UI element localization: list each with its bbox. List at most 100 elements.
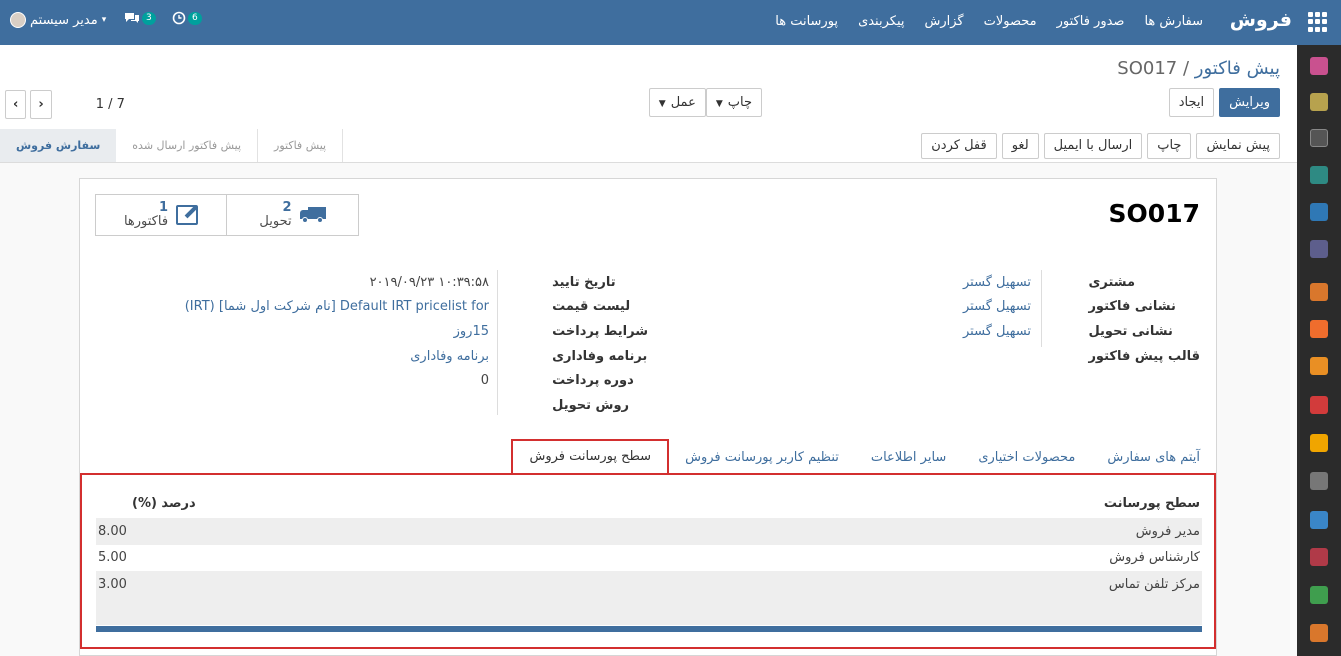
loyalty-program-field[interactable]: برنامه وفاداری bbox=[410, 349, 489, 364]
delivery-label: تحویل bbox=[259, 214, 292, 229]
pos-app-icon[interactable] bbox=[1310, 472, 1328, 490]
crm-app-icon[interactable] bbox=[1310, 203, 1328, 221]
app-name: فروش bbox=[1229, 9, 1292, 31]
delivery-method-label: روش تحویل bbox=[552, 397, 630, 413]
invoice-address-field[interactable]: تسهیل گستر bbox=[963, 299, 1031, 314]
cancel-button[interactable]: لغو bbox=[1001, 133, 1039, 159]
notebook-tabs: آیتم های سفارش محصولات اختیاری سایر اطلا… bbox=[80, 439, 1216, 475]
loyalty-program-label: برنامه وفاداری bbox=[552, 348, 648, 364]
menu-commissions[interactable]: پورسانت ها bbox=[775, 14, 838, 29]
truck-icon bbox=[299, 207, 326, 223]
caret-down-icon: ▼ bbox=[715, 99, 723, 109]
level-cell: مدیر فروش bbox=[1135, 523, 1200, 539]
messages-systray[interactable]: 3 bbox=[124, 11, 156, 25]
payment-period-label: دوره پرداخت bbox=[552, 373, 634, 389]
customer-field[interactable]: تسهیل گستر bbox=[963, 275, 1031, 290]
user-menu[interactable]: ▾ مدیر سیستم bbox=[10, 12, 106, 28]
apps-menu-icon[interactable] bbox=[1307, 12, 1327, 32]
edit-button[interactable]: ویرایش bbox=[1219, 88, 1280, 117]
create-button[interactable]: ایجاد bbox=[1168, 88, 1215, 117]
expenses-app-icon[interactable] bbox=[1310, 624, 1328, 642]
delivery-address-field[interactable]: تسهیل گستر bbox=[963, 324, 1031, 339]
helpdesk-app-icon[interactable] bbox=[1310, 434, 1328, 452]
pager-value[interactable]: 1 / 7 bbox=[96, 97, 125, 112]
invoices-smart-button[interactable]: 1 فاکتورها bbox=[96, 195, 227, 235]
table-footer-bar bbox=[96, 626, 1202, 632]
reports-app-icon[interactable] bbox=[1310, 283, 1328, 301]
action-dropdown[interactable]: عمل ▼ bbox=[648, 88, 706, 117]
form-sheet: 1 فاکتورها 2 تحویل SO017 مشتری نشانی فاک… bbox=[79, 178, 1217, 656]
settings-app-icon[interactable] bbox=[1310, 586, 1328, 604]
pager-next-button[interactable]: › bbox=[30, 90, 52, 119]
chat-icon bbox=[125, 13, 139, 23]
table-row[interactable]: مرکز تلفن تماس 3.00 bbox=[96, 571, 1202, 598]
customer-label: مشتری bbox=[1088, 274, 1136, 290]
tab-commission-user-settings[interactable]: تنظیم کاربر پورسانت فروش bbox=[669, 442, 855, 474]
lock-button[interactable]: قفل کردن bbox=[921, 133, 997, 159]
tab-order-lines[interactable]: آیتم های سفارش bbox=[1091, 442, 1216, 474]
menu-products[interactable]: محصولات bbox=[984, 14, 1037, 29]
menu-configuration[interactable]: پیکربندی bbox=[858, 14, 904, 29]
activities-systray[interactable]: 6 bbox=[172, 11, 202, 25]
menu-reporting[interactable]: گزارش bbox=[925, 14, 964, 29]
pager-previous-button[interactable]: ‹ bbox=[5, 90, 27, 119]
tab-commission-levels[interactable]: سطح پورسانت فروش bbox=[511, 439, 670, 475]
main-menu: سفارش ها صدور فاکتور محصولات گزارش پیکرب… bbox=[775, 14, 1203, 29]
pencil-square-icon bbox=[176, 205, 199, 225]
payment-app-icon[interactable] bbox=[1310, 511, 1328, 529]
table-row[interactable]: کارشناس فروش 5.00 bbox=[96, 545, 1202, 572]
breadcrumb: پیش فاکتور / SO017 bbox=[1117, 58, 1280, 79]
column-header-level[interactable]: سطح پورسانت bbox=[1104, 496, 1200, 511]
print-button[interactable]: چاپ bbox=[1147, 133, 1192, 159]
action-dropdown-label: عمل bbox=[670, 95, 696, 110]
payment-period-field[interactable]: 0 bbox=[481, 373, 489, 388]
tab-other-info[interactable]: سایر اطلاعات bbox=[855, 442, 962, 474]
payment-terms-field[interactable]: 15روز bbox=[454, 324, 489, 339]
table-row[interactable]: مدیر فروش 8.00 bbox=[96, 518, 1202, 545]
delivery-smart-button[interactable]: 2 تحویل bbox=[227, 195, 358, 235]
print-dropdown-label: چاپ bbox=[727, 95, 752, 110]
delivery-smart-text: 2 تحویل bbox=[259, 201, 291, 229]
step-quotation-sent[interactable]: پیش فاکتور ارسال شده bbox=[116, 129, 259, 162]
inventory-app-icon[interactable] bbox=[1310, 548, 1328, 566]
activities-count-badge: 6 bbox=[188, 11, 202, 25]
status-actions: پیش نمایش چاپ ارسال با ایمیل لغو قفل کرد… bbox=[921, 133, 1280, 159]
table-empty-row bbox=[96, 597, 1202, 625]
breadcrumb-current: SO017 bbox=[1117, 58, 1178, 79]
pricelist-field[interactable]: Default IRT pricelist for [نام شرکت اول … bbox=[185, 299, 489, 314]
status-bar: پیش نمایش چاپ ارسال با ایمیل لغو قفل کرد… bbox=[0, 129, 1297, 163]
invoicing-app-icon[interactable] bbox=[1310, 357, 1328, 375]
menu-orders[interactable]: سفارش ها bbox=[1144, 14, 1203, 29]
commission-levels-panel: سطح پورسانت درصد (%) مدیر فروش 8.00 کارش… bbox=[80, 473, 1216, 649]
step-sale-order[interactable]: سفارش فروش bbox=[0, 129, 117, 162]
preview-button[interactable]: پیش نمایش bbox=[1196, 133, 1280, 159]
calendar-app-icon[interactable] bbox=[1310, 93, 1328, 111]
website-app-icon[interactable] bbox=[1310, 320, 1328, 338]
caret-down-icon: ▼ bbox=[658, 99, 666, 109]
user-name: مدیر سیستم bbox=[30, 12, 98, 28]
sales-app-icon[interactable] bbox=[1310, 240, 1328, 258]
pricelist-label: لیست قیمت bbox=[552, 299, 631, 315]
caret-down-icon: ▾ bbox=[101, 15, 107, 25]
notes-app-icon[interactable] bbox=[1310, 129, 1328, 147]
confirmation-date-field[interactable]: ۱۰:۳۹:۵۸ ۲۰۱۹/۰۹/۲۳ bbox=[370, 275, 489, 290]
commission-table: سطح پورسانت درصد (%) مدیر فروش 8.00 کارش… bbox=[96, 489, 1202, 625]
print-dropdown[interactable]: چاپ ▼ bbox=[705, 88, 762, 117]
menu-invoicing[interactable]: صدور فاکتور bbox=[1057, 14, 1125, 29]
column-header-percent[interactable]: درصد (%) bbox=[132, 496, 196, 511]
documents-app-icon[interactable] bbox=[1310, 396, 1328, 414]
contacts-app-icon[interactable] bbox=[1310, 166, 1328, 184]
top-navbar: فروش سفارش ها صدور فاکتور محصولات گزارش … bbox=[0, 0, 1341, 45]
customer-group-labels: مشتری نشانی فاکتور نشانی تحویل قالب پیش … bbox=[1088, 270, 1200, 368]
confirmation-date-label: تاریخ تایید bbox=[552, 274, 616, 290]
tab-optional-products[interactable]: محصولات اختیاری bbox=[962, 442, 1091, 474]
quotation-template-label: قالب پیش فاکتور bbox=[1088, 348, 1200, 364]
invoice-address-label: نشانی فاکتور bbox=[1088, 299, 1176, 315]
send-email-button[interactable]: ارسال با ایمیل bbox=[1043, 133, 1143, 159]
discuss-app-icon[interactable] bbox=[1310, 57, 1328, 75]
level-cell: کارشناس فروش bbox=[1109, 550, 1200, 566]
customer-group-values: تسهیل گستر تسهیل گستر تسهیل گستر bbox=[963, 270, 1042, 347]
breadcrumb-parent[interactable]: پیش فاکتور bbox=[1195, 58, 1280, 79]
messages-count-badge: 3 bbox=[142, 11, 156, 25]
step-quotation[interactable]: پیش فاکتور bbox=[258, 129, 344, 162]
